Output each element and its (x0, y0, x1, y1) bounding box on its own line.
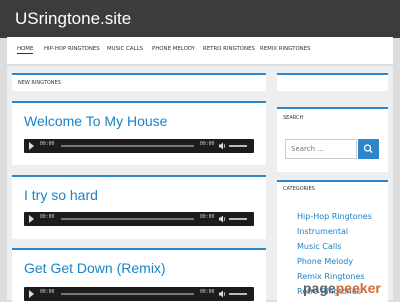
new-ringtones-header: New Ringtones (12, 73, 266, 91)
progress-bar[interactable] (61, 145, 194, 147)
site-title[interactable]: USringtone.site (15, 9, 131, 29)
pagepeeker-watermark: pagepeeker (303, 280, 381, 296)
post-card: I try so hard 00:00 00:00 (12, 175, 266, 239)
volume-slider[interactable] (229, 218, 247, 220)
post-card: Get Get Down (Remix) 00:00 00:00 (12, 248, 266, 302)
category-link[interactable]: Phone Melody (297, 257, 353, 266)
duration: 00:00 (200, 215, 215, 220)
nav-item-phone-melody[interactable]: Phone Melody (152, 46, 195, 52)
nav-item-hip-hop-ringtones[interactable]: Hip-Hop Ringtones (44, 46, 100, 52)
volume-icon[interactable] (219, 142, 226, 150)
site-header: USringtone.site (0, 0, 400, 38)
volume-slider[interactable] (229, 145, 247, 147)
category-link[interactable]: Instrumental (297, 227, 348, 236)
post-card: Welcome To My House 00:00 00:00 (12, 101, 266, 165)
play-icon[interactable] (29, 142, 34, 150)
volume-icon[interactable] (219, 290, 226, 298)
duration: 00:00 (200, 142, 215, 147)
search-icon (363, 144, 373, 153)
search-input[interactable]: Search ... (285, 139, 357, 159)
main-navigation: Home Hip-Hop Ringtones Music Calls Phone… (7, 37, 393, 64)
duration: 00:00 (200, 290, 215, 295)
volume-slider[interactable] (229, 293, 247, 295)
sidebar-top-box (277, 73, 388, 91)
search-widget-title: Search (283, 115, 304, 121)
audio-player: 00:00 00:00 (24, 287, 254, 301)
search-button[interactable] (358, 139, 379, 159)
progress-bar[interactable] (61, 218, 194, 220)
categories-widget-title: Categories (283, 186, 315, 192)
search-placeholder: Search ... (291, 145, 324, 153)
nav-item-remix-ringtones[interactable]: Remix Ringtones (260, 46, 311, 52)
post-title[interactable]: Welcome To My House (24, 113, 167, 129)
current-time: 00:00 (40, 290, 55, 295)
post-title[interactable]: Get Get Down (Remix) (24, 260, 166, 276)
audio-player: 00:00 00:00 (24, 139, 254, 153)
category-link[interactable]: Hip-Hop Ringtones (297, 212, 372, 221)
play-icon[interactable] (29, 290, 34, 298)
new-ringtones-title: New Ringtones (18, 80, 61, 86)
volume-icon[interactable] (219, 215, 226, 223)
progress-bar[interactable] (61, 293, 194, 295)
post-title[interactable]: I try so hard (24, 187, 98, 203)
watermark-part-1: page (303, 280, 336, 296)
watermark-part-2: peeker (335, 280, 381, 296)
nav-item-home[interactable]: Home (17, 46, 34, 54)
audio-player: 00:00 00:00 (24, 212, 254, 226)
category-link[interactable]: Music Calls (297, 242, 341, 251)
nav-item-music-calls[interactable]: Music Calls (107, 46, 143, 52)
play-icon[interactable] (29, 215, 34, 223)
current-time: 00:00 (40, 142, 55, 147)
current-time: 00:00 (40, 215, 55, 220)
nav-item-retro-ringtones[interactable]: Retro Ringtones (203, 46, 255, 52)
